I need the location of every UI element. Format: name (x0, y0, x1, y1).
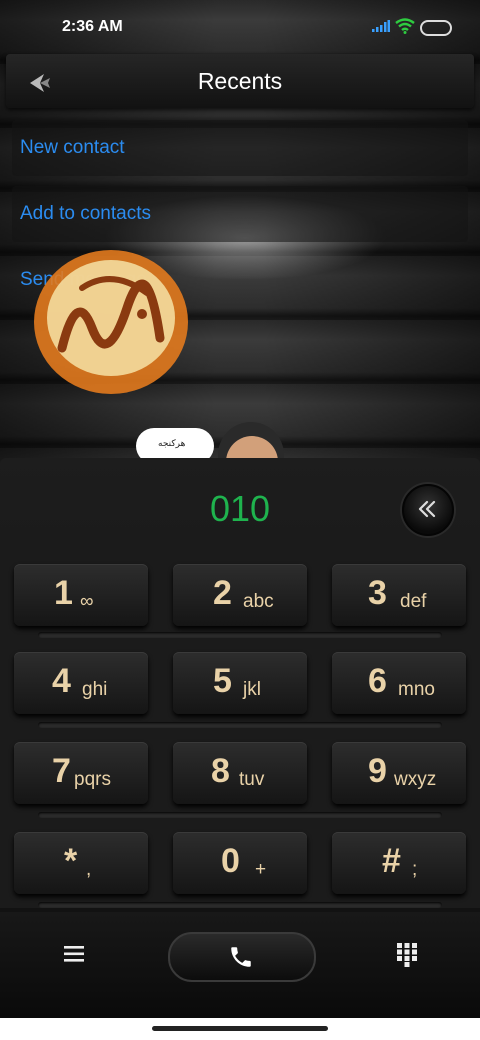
row-divider (38, 722, 442, 728)
call-button[interactable] (168, 932, 316, 982)
home-gesture-pill[interactable] (152, 1026, 328, 1031)
battery-icon (420, 20, 452, 36)
backspace-button[interactable] (402, 484, 454, 536)
dialpad-icon[interactable] (397, 943, 417, 967)
key-hash[interactable]: # ; (332, 832, 466, 894)
menu-icon[interactable] (64, 945, 84, 963)
wifi-icon (395, 18, 415, 34)
key-7[interactable]: 7 pqrs (14, 742, 148, 804)
key-6[interactable]: 6 mno (332, 652, 466, 714)
page-title: Recents (197, 68, 283, 94)
key-8[interactable]: 8 tuv (173, 742, 307, 804)
backspace-icon (418, 500, 436, 518)
wallpaper-caption: هرکنجه (158, 438, 186, 448)
key-0[interactable]: 0 + (173, 832, 307, 894)
key-2[interactable]: 2 abc (173, 564, 307, 626)
row-divider (38, 902, 442, 908)
status-time: 2:36 AM (62, 18, 123, 35)
signal-icon (372, 20, 390, 32)
status-bar: 2:36 AM (0, 0, 480, 56)
key-star[interactable]: * , (14, 832, 148, 894)
row-divider (38, 812, 442, 818)
key-5[interactable]: 5 jkl (173, 652, 307, 714)
key-3[interactable]: 3 def (332, 564, 466, 626)
add-to-contacts-button[interactable]: Add to contacts (12, 186, 468, 242)
phone-icon (231, 947, 251, 967)
key-4[interactable]: 4 ghi (14, 652, 148, 714)
key-9[interactable]: 9 wxyz (332, 742, 466, 804)
logo-emblem (34, 250, 188, 394)
key-1[interactable]: 1 ∞ (14, 564, 148, 626)
new-contact-button[interactable]: New contact (12, 120, 468, 176)
row-divider (38, 632, 442, 638)
